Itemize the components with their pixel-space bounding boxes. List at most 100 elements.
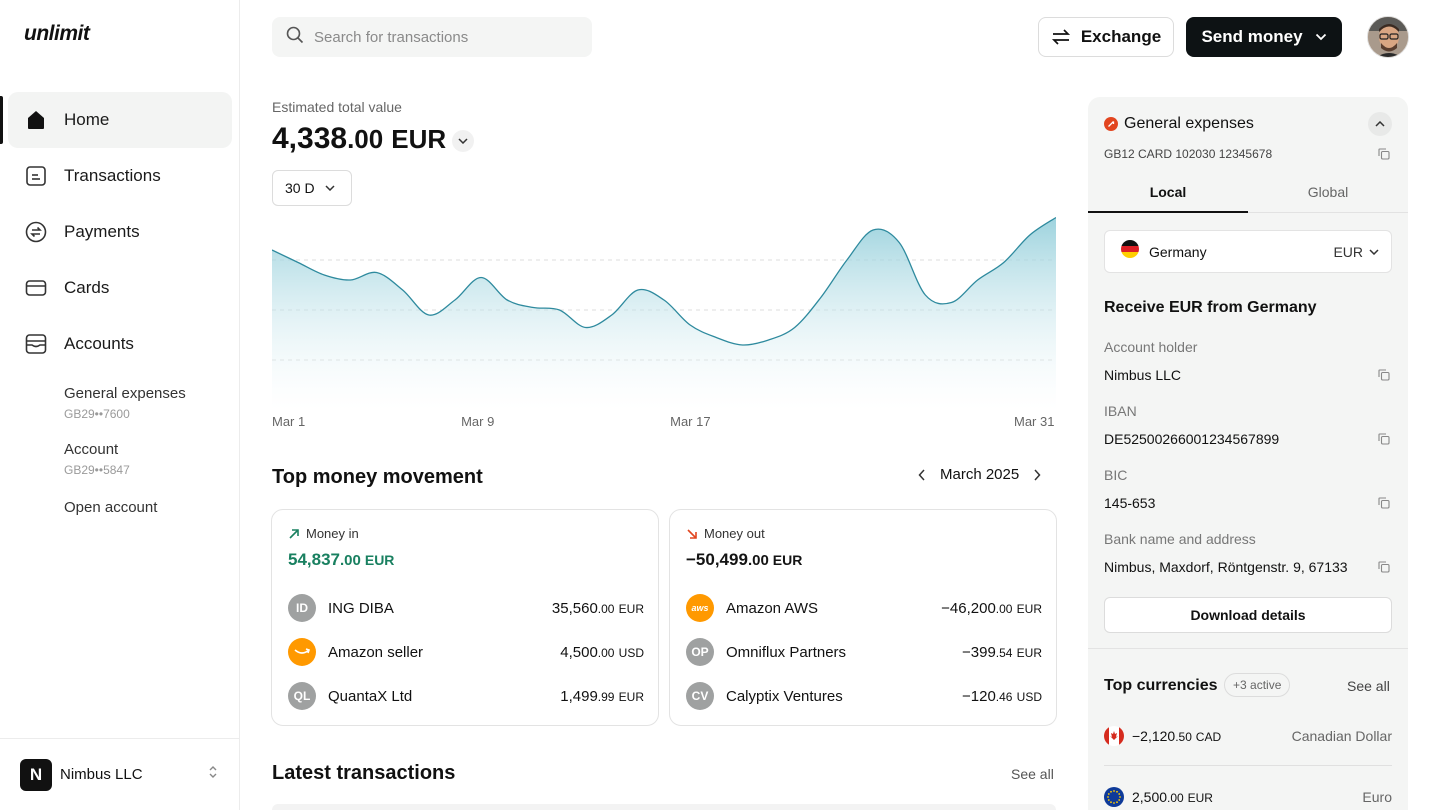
- chevron-down-icon: [1315, 33, 1326, 41]
- document-icon: [24, 164, 48, 188]
- money-out-total-int: −50,499: [686, 550, 748, 569]
- money-in-card[interactable]: Money in 54,837.00 EUR ID ING DIBA 35,560…: [271, 509, 659, 726]
- sidebar-subitem-open-account[interactable]: Open account: [64, 499, 157, 516]
- field-label: Account holder: [1104, 339, 1198, 355]
- card-icon: [24, 276, 48, 300]
- total-int: 4,338: [272, 122, 348, 155]
- list-item[interactable]: CV Calyptix Ventures −120.46 USD: [686, 681, 1042, 711]
- exchange-circle-icon: [24, 220, 48, 244]
- copy-icon[interactable]: [1378, 433, 1390, 445]
- sidebar-item-label: Accounts: [64, 334, 134, 353]
- tab-local[interactable]: Local: [1088, 175, 1248, 213]
- money-in-total-cur: EUR: [364, 552, 395, 568]
- currency-name: Canadian Dollar: [1291, 728, 1392, 744]
- counterparty-name: QuantaX Ltd: [328, 687, 413, 705]
- money-out-label: Money out: [704, 526, 765, 541]
- copy-icon[interactable]: [1378, 148, 1390, 160]
- money-in-label: Money in: [306, 526, 359, 541]
- copy-icon[interactable]: [1378, 561, 1390, 573]
- money-out-total-dec: .00: [747, 552, 769, 569]
- brand-logo[interactable]: unlimit: [24, 22, 90, 46]
- field-label: Bank name and address: [1104, 531, 1256, 547]
- sidebar-item-accounts[interactable]: Accounts: [8, 316, 232, 372]
- counterparty-name: Calyptix Ventures: [726, 687, 843, 705]
- collapse-button[interactable]: [1368, 112, 1392, 136]
- user-avatar[interactable]: [1367, 16, 1409, 58]
- chevron-right-icon[interactable]: [1033, 468, 1041, 481]
- copy-icon[interactable]: [1378, 369, 1390, 381]
- accounts-icon: [24, 332, 48, 356]
- avatar: OP: [686, 638, 714, 666]
- money-out-card[interactable]: Money out −50,499.00 EUR aws Amazon AWS −…: [669, 509, 1057, 726]
- account-details-panel: General expenses GB12 CARD 102030 123456…: [1088, 97, 1408, 810]
- company-switcher[interactable]: N Nimbus LLC: [0, 738, 239, 810]
- eu-flag-icon: [1104, 787, 1124, 807]
- tab-global[interactable]: Global: [1248, 175, 1408, 212]
- counterparty-name: Amazon AWS: [726, 599, 818, 617]
- chart-area: [272, 217, 1056, 410]
- sidebar-item-label: Cards: [64, 278, 110, 297]
- total-dec: .00: [347, 124, 384, 154]
- sidebar-item-transactions[interactable]: Transactions: [8, 148, 232, 204]
- company-name: Nimbus LLC: [60, 766, 143, 783]
- sidebar-subitem-account[interactable]: Account GB29••5847: [64, 441, 130, 477]
- active-currencies-badge: +3 active: [1224, 673, 1291, 697]
- list-item[interactable]: OP Omniflux Partners −399.54 EUR: [686, 637, 1042, 667]
- currencies-see-all-link[interactable]: See all: [1347, 678, 1390, 694]
- search-box[interactable]: [272, 17, 592, 57]
- subitem-name: General expenses: [64, 385, 186, 402]
- latest-transactions-title: Latest transactions: [272, 762, 456, 784]
- field-label: BIC: [1104, 467, 1128, 483]
- copy-icon[interactable]: [1378, 497, 1390, 509]
- amount: 4,500.00 USD: [560, 643, 644, 661]
- chevron-left-icon[interactable]: [918, 468, 926, 481]
- latest-see-all-link[interactable]: See all: [1011, 766, 1054, 782]
- list-item[interactable]: aws Amazon AWS −46,200.00 EUR: [686, 593, 1042, 623]
- amount: 35,560.00 EUR: [551, 599, 644, 617]
- total-currency: EUR: [391, 124, 447, 154]
- list-item[interactable]: QL QuantaX Ltd 1,499.99 EUR: [288, 681, 644, 711]
- region-tabs: Local Global: [1088, 175, 1408, 213]
- subitem-account: GB29••5847: [64, 463, 130, 477]
- chevron-down-icon: [325, 185, 335, 191]
- download-details-button[interactable]: Download details: [1104, 597, 1392, 633]
- sidebar-item-home[interactable]: Home: [8, 92, 232, 148]
- arrow-down-right-icon: [687, 528, 697, 539]
- money-in-total-int: 54,837: [288, 550, 340, 569]
- arrow-up-right-icon: [289, 528, 299, 539]
- sidebar-subitem-general-expenses[interactable]: General expenses GB29••7600: [64, 385, 186, 421]
- currency-name: Euro: [1362, 789, 1392, 805]
- amount: −120.46 USD: [962, 687, 1042, 705]
- list-item[interactable]: ID ING DIBA 35,560.00 EUR: [288, 593, 644, 623]
- card-number: GB12 CARD 102030 12345678: [1104, 147, 1273, 161]
- money-out-total-cur: EUR: [772, 552, 803, 568]
- send-money-button[interactable]: Send money: [1186, 17, 1342, 57]
- x-tick-label: Mar 9: [461, 414, 495, 429]
- sidebar-item-payments[interactable]: Payments: [8, 204, 232, 260]
- canada-flag-icon: [1104, 726, 1124, 746]
- country-select[interactable]: Germany EUR: [1104, 230, 1392, 273]
- amount: −46,200.00 EUR: [941, 599, 1042, 617]
- country-currency: EUR: [1333, 243, 1363, 260]
- currency-row[interactable]: −2,120.50 CAD Canadian Dollar: [1104, 724, 1392, 748]
- chevron-down-icon: [458, 138, 468, 144]
- month-label: March 2025: [940, 466, 1020, 483]
- currency-amount: −2,120.50 CAD: [1132, 728, 1222, 744]
- germany-flag-icon: [1121, 240, 1139, 263]
- exchange-button[interactable]: Exchange: [1038, 17, 1174, 57]
- estimated-total-label: Estimated total value: [272, 99, 402, 115]
- currency-toggle[interactable]: [452, 130, 474, 152]
- counterparty-name: ING DIBA: [328, 599, 394, 617]
- field-label: IBAN: [1104, 403, 1137, 419]
- search-input[interactable]: [314, 28, 574, 46]
- subitem-name: Open account: [64, 499, 158, 516]
- list-item[interactable]: Amazon seller 4,500.00 USD: [288, 637, 644, 667]
- account-status-icon: [1104, 117, 1118, 131]
- x-tick-label: Mar 1: [272, 414, 306, 429]
- currency-row[interactable]: 2,500.00 EUR Euro: [1104, 785, 1392, 809]
- x-tick-label: Mar 31: [1014, 414, 1055, 429]
- sidebar-item-cards[interactable]: Cards: [8, 260, 232, 316]
- money-in-total-dec: .00: [340, 552, 361, 569]
- company-avatar: N: [20, 758, 52, 791]
- period-select[interactable]: 30 D: [272, 170, 352, 206]
